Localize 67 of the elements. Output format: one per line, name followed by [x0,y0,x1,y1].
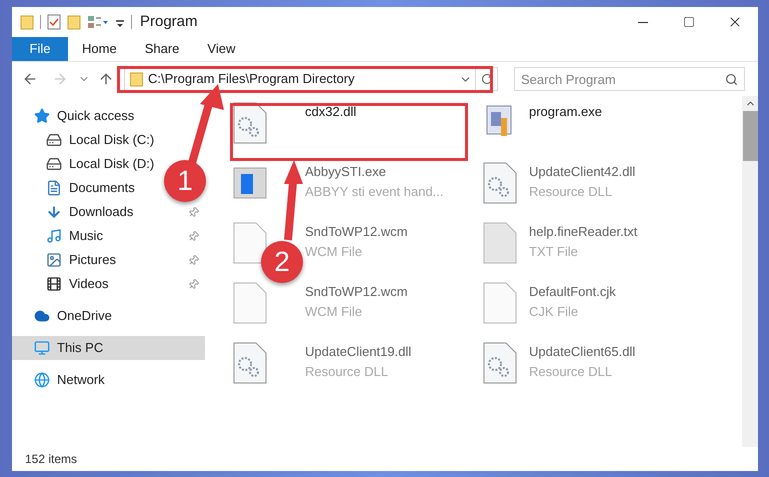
file-type: Resource DLL [529,362,614,380]
sidebar-item[interactable]: Quick access [12,104,140,128]
sidebar-item[interactable]: OneDrive [12,304,118,328]
scrollbar[interactable] [742,96,758,447]
file-icon [233,222,267,264]
file-name: help.fineReader.txt [529,223,638,241]
search-field[interactable]: Search Program [514,67,745,91]
ribbon-tab[interactable]: Home [68,37,131,61]
back-button[interactable] [22,71,38,87]
file-type: ABBYY sti event hand... [305,182,444,200]
sidebar-item[interactable]: Pictures [12,248,205,272]
file-name: SndToWP12.wcm [305,223,408,241]
drive-icon [46,132,62,148]
sidebar-item[interactable]: This PC [12,336,205,360]
file-name: cdx32.dll [305,103,356,121]
address-path: C:\Program Files\Program Directory [148,70,355,88]
file-name: SndToWP12.wcm [305,283,408,301]
sidebar-item[interactable]: Local Disk (D:) [12,152,160,176]
sidebar-item[interactable]: Music [12,224,205,248]
gears-file-icon [483,162,517,204]
file-icon [233,282,267,324]
cloud-icon [34,308,50,324]
scroll-thumb[interactable] [742,111,758,161]
file-name: UpdateClient19.dll [305,343,412,361]
file-type: TXT File [529,242,579,260]
gears-file-icon [483,342,517,384]
sidebar-item[interactable]: Videos [12,272,205,296]
file-name: UpdateClient42.dll [529,163,636,181]
search-icon [725,73,738,86]
window-title: Program [140,12,198,32]
ribbon-tab[interactable]: Share [130,37,194,61]
properties-icon[interactable] [47,14,61,30]
sidebar-item[interactable]: Downloads [12,200,205,224]
file-name: UpdateClient65.dll [529,343,636,361]
document-icon [46,180,62,196]
maximize-icon [683,16,695,28]
sidebar-item[interactable]: Network [12,368,111,392]
folder-icon[interactable] [20,14,34,30]
file-name: DefaultFont.cjk [529,283,616,301]
drive-icon [46,156,62,172]
gears-file-icon [233,102,267,144]
file-type: CJK File [529,302,580,320]
file-type: WCM File [305,302,364,320]
file-type: Resource DLL [305,362,390,380]
star-icon [34,108,50,124]
image-icon [46,252,62,268]
text-file-icon [483,222,517,264]
sidebar-item[interactable]: Documents [12,176,141,200]
folder-icon [130,72,143,86]
new-folder-icon[interactable] [67,14,81,30]
monitor-icon [34,340,50,356]
film-icon [46,276,62,292]
up-button[interactable] [98,71,114,87]
gears-file-icon [233,342,267,384]
music-note-icon [46,228,62,244]
view-options-icon[interactable] [87,14,109,30]
file-icon [483,282,517,324]
file-name: AbbyySTI.exe [305,163,387,181]
file-type: Resource DLL [529,182,614,200]
sidebar-item[interactable]: Local Disk (C:) [12,128,160,152]
network-icon [34,372,50,388]
ribbon-tab[interactable]: File [12,37,68,61]
refresh-icon [480,73,492,85]
file-name: program.exe [529,103,602,121]
file-type: WCM File [305,242,364,260]
status-bar-text: 152 items [25,451,78,468]
ribbon-tab[interactable]: View [193,37,250,61]
